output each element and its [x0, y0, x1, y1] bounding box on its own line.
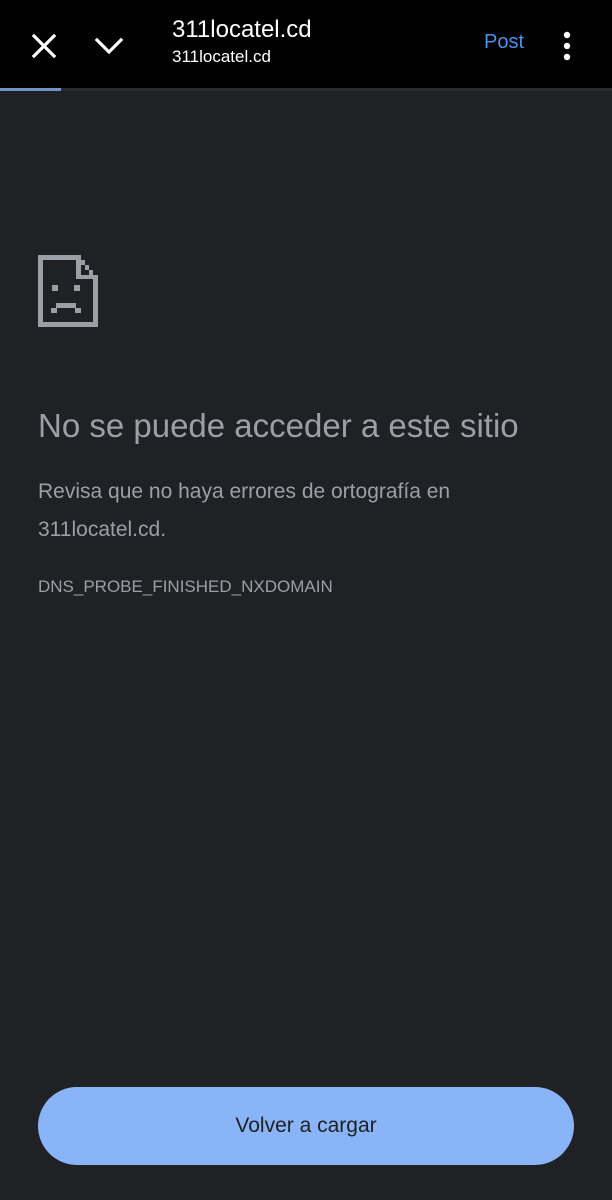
top-bar: 311locatel.cd 311locatel.cd Post [0, 0, 612, 88]
progress-bar [0, 88, 612, 91]
error-code: DNS_PROBE_FINISHED_NXDOMAIN [38, 577, 333, 596]
title-block: 311locatel.cd 311locatel.cd [172, 14, 312, 68]
more-menu-button[interactable] [552, 24, 582, 68]
reload-button[interactable]: Volver a cargar [38, 1087, 574, 1165]
page-url: 311locatel.cd [172, 47, 271, 66]
reload-button-label: Volver a cargar [235, 1114, 377, 1137]
minimize-button[interactable] [85, 22, 133, 70]
close-icon [31, 33, 57, 59]
chevron-down-icon [94, 37, 124, 55]
post-button[interactable]: Post [484, 28, 524, 56]
error-heading: No se puede acceder a este sitio [38, 407, 519, 444]
close-button[interactable] [20, 22, 68, 70]
error-message: Revisa que no haya errores de ortografía… [38, 480, 451, 541]
more-vertical-icon [563, 31, 571, 61]
progress-fill [0, 88, 62, 91]
page-title: 311locatel.cd [172, 16, 312, 43]
sad-page-icon [38, 255, 98, 327]
